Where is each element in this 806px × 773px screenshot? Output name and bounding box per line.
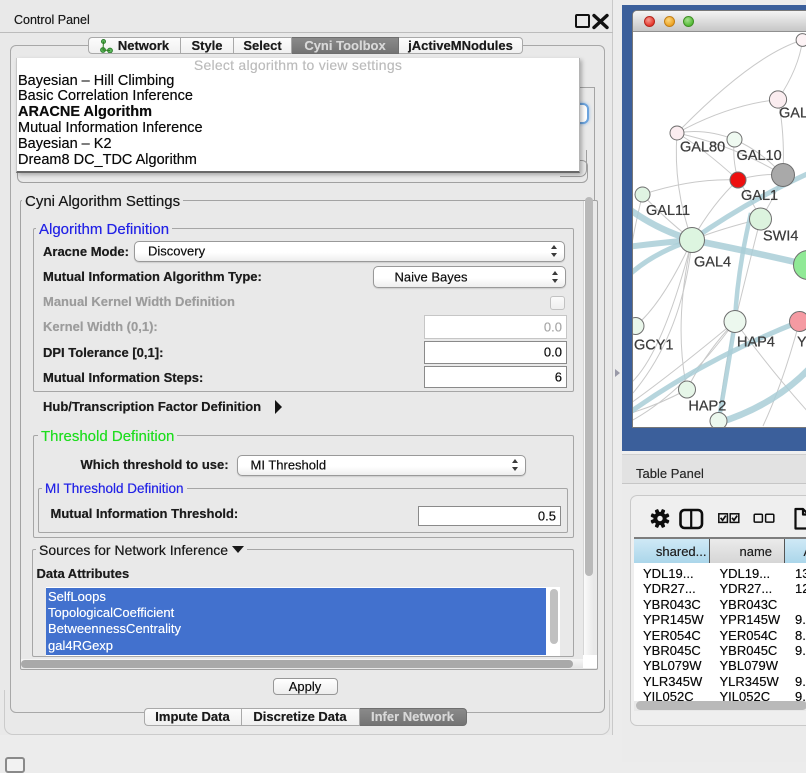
svg-text:HAP2: HAP2: [688, 399, 726, 415]
svg-text:GAL1: GAL1: [741, 188, 778, 204]
svg-text:GCY1: GCY1: [634, 338, 674, 354]
svg-text:GAL80: GAL80: [680, 140, 725, 156]
svg-text:GAL7: GAL7: [779, 106, 806, 122]
svg-text:HAP4: HAP4: [737, 335, 775, 351]
svg-text:Y: Y: [797, 335, 806, 351]
svg-text:SWI4: SWI4: [763, 229, 798, 245]
svg-text:GAL10: GAL10: [737, 148, 782, 164]
svg-text:GAL4: GAL4: [694, 255, 731, 271]
svg-text:GAL11: GAL11: [646, 203, 690, 219]
